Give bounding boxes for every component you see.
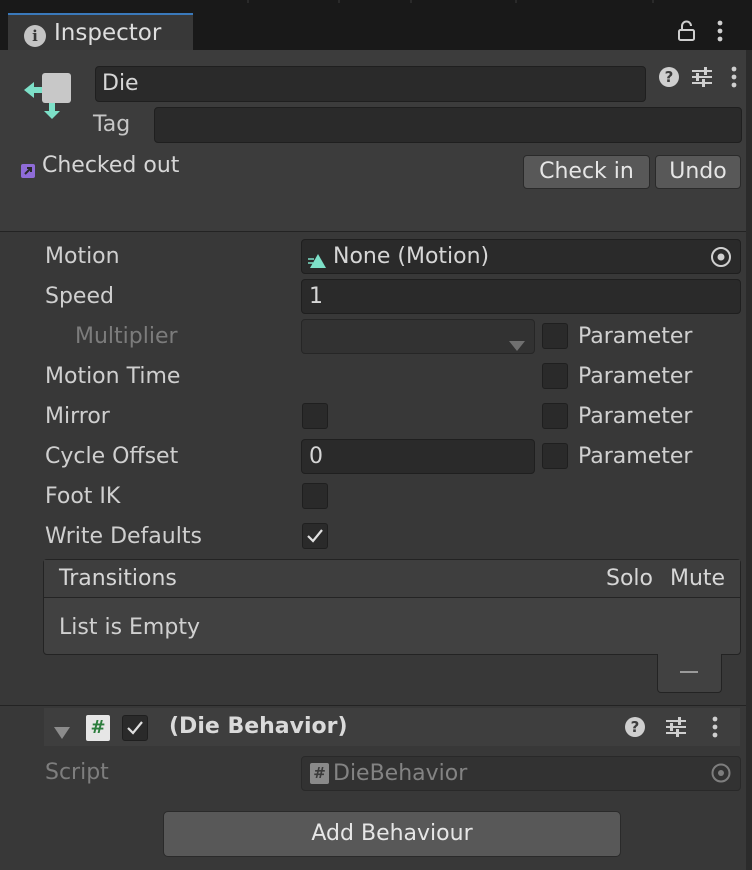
- undo-button[interactable]: Undo: [655, 155, 741, 189]
- multiplier-dropdown[interactable]: [301, 319, 535, 354]
- script-icon: #: [86, 715, 110, 741]
- multiplier-parameter-checkbox[interactable]: [542, 323, 568, 349]
- mirror-parameter-checkbox[interactable]: [542, 403, 568, 429]
- cycle-offset-value: 0: [309, 444, 323, 469]
- mirror-checkbox[interactable]: [302, 403, 328, 429]
- motion-value: None (Motion): [333, 244, 490, 269]
- parameter-label: Parameter: [578, 444, 693, 469]
- transitions-title: Transitions: [59, 566, 177, 591]
- help-icon[interactable]: ?: [658, 66, 680, 88]
- script-file-icon: #: [310, 763, 329, 784]
- mirror-label: Mirror: [45, 404, 110, 429]
- cycle-offset-parameter-checkbox[interactable]: [542, 443, 568, 469]
- animator-state-icon: [22, 70, 76, 122]
- checkmark-icon: [307, 529, 323, 543]
- object-picker-icon[interactable]: [710, 762, 732, 784]
- tab-divider: [652, 0, 654, 3]
- component-divider: [0, 705, 752, 706]
- write-defaults-checkbox[interactable]: [302, 523, 328, 549]
- motion-time-parameter-checkbox[interactable]: [542, 363, 568, 389]
- speed-input[interactable]: [301, 279, 741, 314]
- svg-text:?: ?: [631, 718, 640, 736]
- object-picker-icon[interactable]: [709, 245, 733, 269]
- state-name-input[interactable]: Die: [95, 66, 646, 102]
- behaviour-enabled-checkbox[interactable]: [122, 715, 148, 741]
- tab-inspector[interactable]: i Inspector: [8, 13, 193, 51]
- empty-list-text: List is Empty: [59, 615, 200, 640]
- remove-transition-button[interactable]: [657, 654, 722, 693]
- checked-out-icon: [20, 160, 36, 178]
- svg-text:?: ?: [665, 68, 674, 86]
- tab-divider: [247, 0, 249, 3]
- kebab-menu-icon[interactable]: [709, 714, 721, 740]
- script-value: DieBehavior: [333, 761, 468, 786]
- tab-divider: [338, 0, 340, 3]
- foldout-arrow-icon[interactable]: [54, 721, 70, 739]
- solo-column-label: Solo: [606, 566, 653, 591]
- motion-label: Motion: [45, 244, 120, 269]
- motion-icon: [308, 250, 330, 268]
- tab-divider: [410, 0, 412, 3]
- lock-icon[interactable]: [676, 20, 698, 42]
- kebab-menu-icon[interactable]: [713, 18, 727, 44]
- behaviour-title: (Die Behavior): [169, 714, 348, 739]
- tab-label: Inspector: [54, 20, 162, 46]
- cycle-offset-label: Cycle Offset: [45, 444, 179, 469]
- speed-label: Speed: [45, 284, 114, 309]
- foot-ik-label: Foot IK: [45, 484, 121, 509]
- multiplier-label: Multiplier: [75, 324, 178, 349]
- help-icon[interactable]: ?: [624, 716, 646, 738]
- kebab-menu-icon[interactable]: [728, 64, 740, 90]
- speed-value: 1: [309, 284, 323, 309]
- preset-icon[interactable]: [690, 65, 714, 89]
- write-defaults-label: Write Defaults: [45, 524, 202, 549]
- add-behaviour-button[interactable]: Add Behaviour: [163, 811, 621, 857]
- script-label: Script: [45, 760, 109, 785]
- tab-divider: [515, 0, 517, 3]
- info-icon: i: [24, 25, 46, 47]
- tag-label: Tag: [93, 112, 131, 137]
- minus-icon: [680, 671, 698, 673]
- mute-column-label: Mute: [670, 566, 726, 591]
- preset-icon[interactable]: [664, 715, 688, 739]
- scrollbar[interactable]: [746, 50, 752, 870]
- parameter-label: Parameter: [578, 324, 693, 349]
- tag-field[interactable]: [154, 107, 742, 143]
- checkmark-icon: [127, 721, 143, 735]
- foot-ik-checkbox[interactable]: [302, 483, 328, 509]
- parameter-label: Parameter: [578, 364, 693, 389]
- vcs-status-label: Checked out: [42, 153, 180, 178]
- parameter-label: Parameter: [578, 404, 693, 429]
- motion-time-label: Motion Time: [45, 364, 181, 389]
- check-in-button[interactable]: Check in: [523, 155, 650, 189]
- cycle-offset-input[interactable]: [301, 439, 535, 474]
- chevron-down-icon: [509, 332, 525, 351]
